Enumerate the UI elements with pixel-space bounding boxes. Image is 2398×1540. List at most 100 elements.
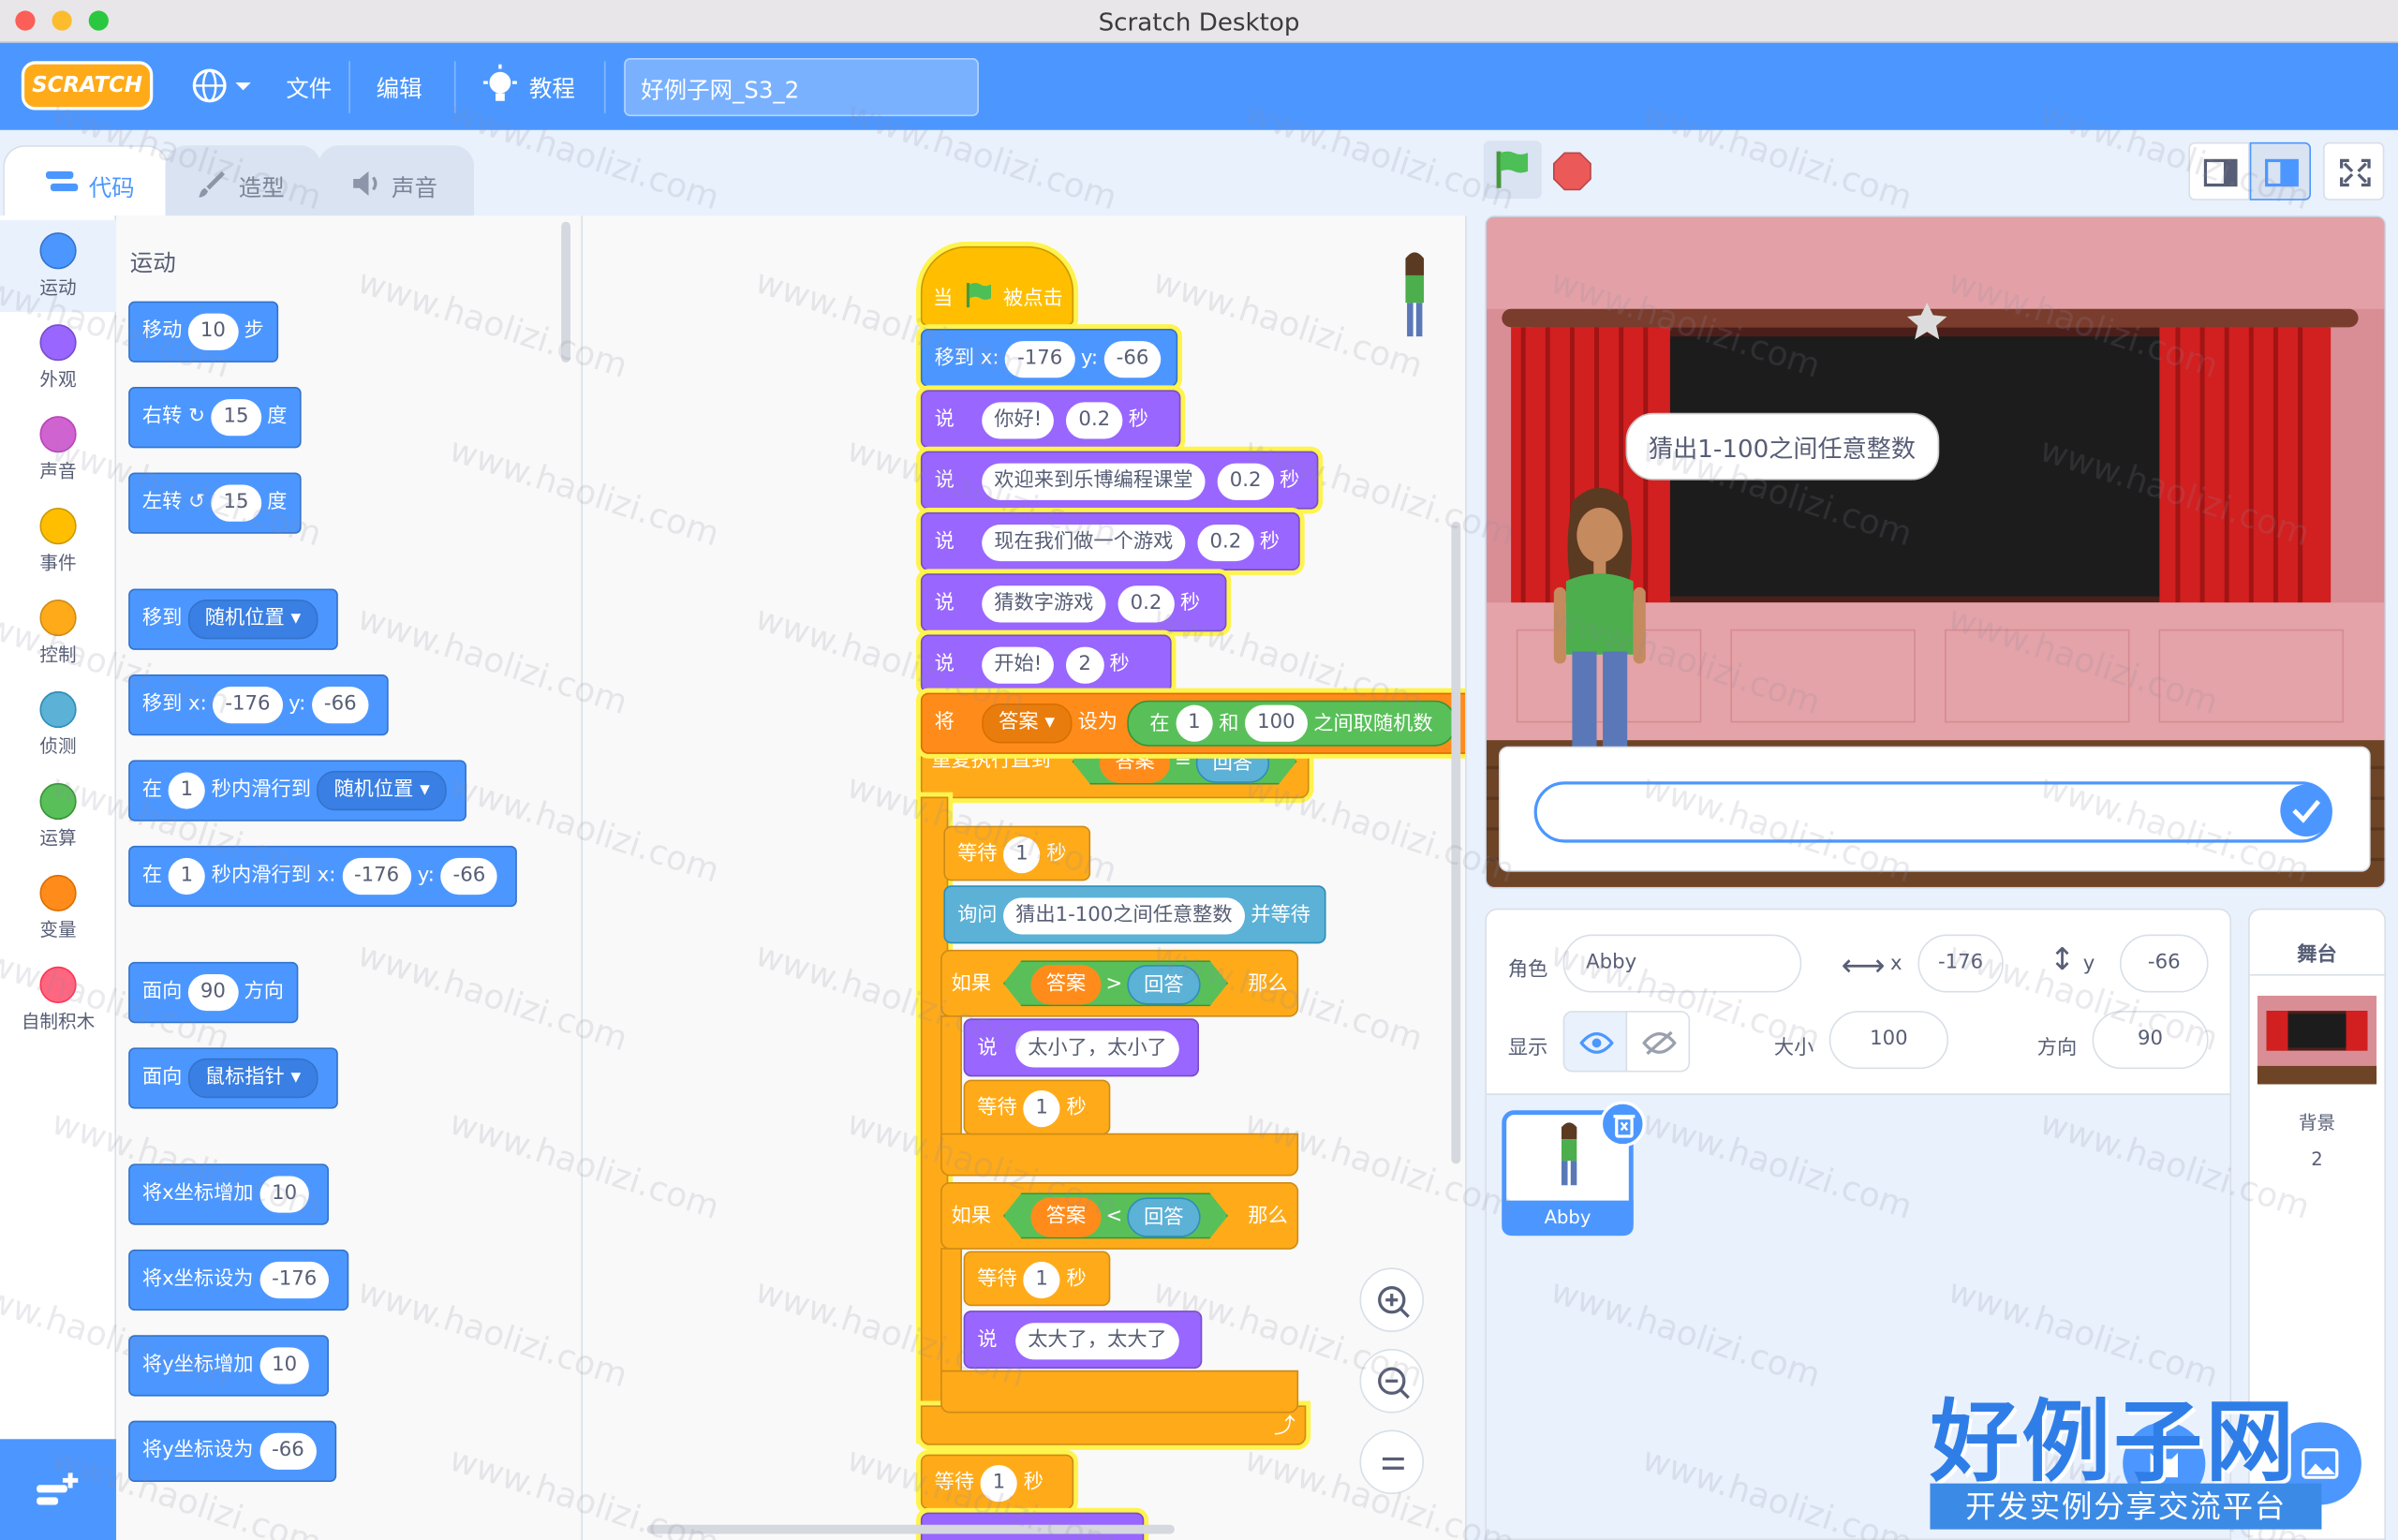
file-menu[interactable]: 文件 (286, 72, 332, 104)
block-glide-to-xy[interactable]: 在 1 秒内滑行到 x: -176 y: -66 (128, 845, 518, 908)
motion-dot-icon (39, 232, 77, 270)
variables-dot-icon (39, 874, 77, 912)
language-menu[interactable] (189, 65, 257, 108)
category-events[interactable]: 事件 (0, 496, 116, 587)
stage-header (1467, 130, 2398, 215)
large-stage-button[interactable] (2249, 141, 2312, 200)
zoom-in-icon (1378, 1286, 1410, 1318)
say-block-1[interactable]: 说你好! 0.2 秒 (920, 390, 1181, 449)
block-point-direction[interactable]: 面向 90 方向 (128, 961, 298, 1024)
category-variables[interactable]: 变量 (0, 863, 116, 955)
stop-button[interactable] (1552, 152, 1591, 200)
block-go-to-xy[interactable]: 移到 x: -176 y: -66 (128, 674, 389, 736)
globe-icon (192, 68, 251, 103)
backdrop-thumbnail (2257, 995, 2377, 1085)
stage-canvas[interactable]: 猜出1-100之间任意整数 (1485, 215, 2387, 889)
say-block-3[interactable]: 说现在我们做一个游戏 0.2 秒 (920, 511, 1300, 570)
direction-input[interactable]: 90 (2092, 1011, 2209, 1070)
workspace-vertical-scrollbar[interactable] (1451, 521, 1461, 1164)
if-greater-block[interactable]: 如果 答案 > 回答 那么 (940, 949, 1299, 1017)
zoom-out-button[interactable] (1359, 1348, 1425, 1414)
submit-answer-button[interactable] (2280, 784, 2332, 837)
ask-and-wait-block[interactable]: 询问 猜出1-100之间任意整数 并等待 (943, 885, 1326, 944)
category-sensing[interactable]: 侦测 (0, 679, 116, 771)
category-operators[interactable]: 运算 (0, 771, 116, 863)
window-title: Scratch Desktop (1098, 7, 1300, 37)
sprite-name-input[interactable]: Abby (1562, 934, 1802, 993)
y-position-input[interactable]: -66 (2119, 934, 2209, 993)
workspace-horizontal-scrollbar[interactable] (646, 1524, 1175, 1534)
tutorials-label: 教程 (528, 74, 575, 103)
category-my-blocks[interactable]: 自制积木 (0, 955, 116, 1046)
set-variable-block[interactable]: 将答案 ▾ 设为在 1 和 100 之间取随机数 (920, 692, 1466, 754)
edit-menu[interactable]: 编辑 (377, 72, 422, 104)
fullscreen-icon (2340, 158, 2371, 187)
zoom-out-icon (1378, 1367, 1410, 1399)
category-control[interactable]: 控制 (0, 587, 116, 679)
block-change-x[interactable]: 将x坐标增加 10 (128, 1163, 330, 1225)
say-block-5[interactable]: 说开始! 2 秒 (920, 634, 1172, 693)
tutorials-button[interactable]: 教程 (481, 64, 575, 117)
block-turn-left[interactable]: 左转 ↺ 15 度 (128, 472, 302, 534)
category-looks[interactable]: 外观 (0, 312, 116, 404)
wait-block-2[interactable]: 等待 1 秒 (963, 1079, 1111, 1135)
category-sound[interactable]: 声音 (0, 404, 116, 496)
show-sprite-button[interactable] (1562, 1011, 1628, 1073)
small-stage-button[interactable] (2188, 141, 2250, 200)
palette-heading: 运动 (129, 249, 176, 277)
scratch-logo[interactable]: SCRATCH (21, 61, 154, 111)
delete-sprite-button[interactable] (1599, 1101, 1646, 1148)
y-position-icon: ↕ (2049, 940, 2076, 978)
tab-code-label: 代码 (88, 174, 135, 202)
say-block-4[interactable]: 说猜数字游戏 0.2 秒 (920, 573, 1227, 632)
tab-sounds[interactable]: 声音 (318, 145, 475, 216)
hide-sprite-button[interactable] (1625, 1011, 1691, 1073)
steps-input[interactable]: 10 (187, 312, 238, 350)
category-menu: 运动 外观 声音 事件 控制 侦测 运算 变量 自制积木 (0, 215, 117, 1540)
say-block-2[interactable]: 说欢迎来到乐博编程课堂 0.2 秒 (920, 451, 1319, 510)
project-title-input[interactable]: 好例子网_S3_2 (624, 58, 979, 117)
block-change-y[interactable]: 将y坐标增加 10 (128, 1335, 330, 1397)
wait-block-1[interactable]: 等待 1 秒 (943, 825, 1091, 881)
x-position-icon: ⟷ (1841, 946, 1886, 984)
green-flag-icon (966, 283, 991, 308)
green-flag-button[interactable] (1483, 141, 1542, 200)
category-motion[interactable]: 运动 (0, 220, 117, 313)
sound-dot-icon (39, 416, 77, 453)
backdrop-count: 2 (2311, 1148, 2323, 1170)
block-point-towards[interactable]: 面向 鼠标指针 ▾ (128, 1047, 338, 1109)
zoom-in-button[interactable] (1359, 1267, 1425, 1332)
say-too-big-block[interactable]: 说太大了，太大了 (963, 1310, 1203, 1370)
block-move-steps[interactable]: 移动 10 步 (128, 301, 278, 363)
palette-scrollbar[interactable] (561, 221, 570, 363)
script-workspace[interactable]: 重复执行直到 答案 = 回答 ⤴ 如果 答案 > 回答 那么 如果 答案 < 回答 那么 当… (583, 215, 1467, 1540)
tab-code[interactable]: 代码 (3, 145, 169, 216)
block-set-x[interactable]: 将x坐标设为 -176 (128, 1249, 349, 1311)
say-too-small-block[interactable]: 说太小了，太小了 (963, 1018, 1200, 1077)
lightbulb-icon (482, 64, 517, 101)
zoom-reset-button[interactable] (1359, 1429, 1425, 1495)
x-label: x (1890, 953, 1902, 976)
y-label: y (2082, 953, 2095, 976)
large-stage-icon (2265, 158, 2299, 187)
tab-costumes-label: 造型 (238, 174, 285, 202)
block-go-to[interactable]: 移到 随机位置 ▾ (128, 588, 338, 650)
add-extension-button[interactable] (0, 1439, 117, 1540)
answer-input[interactable] (1533, 781, 2332, 843)
events-dot-icon (39, 508, 77, 545)
block-glide-to[interactable]: 在 1 秒内滑行到 随机位置 ▾ (128, 760, 466, 822)
when-flag-clicked-block[interactable]: 当 被点击 (920, 245, 1074, 326)
x-position-input[interactable]: -176 (1917, 934, 2004, 993)
loop-arrow-icon: ⤴ (1274, 1414, 1295, 1440)
block-turn-right[interactable]: 右转 ↻ 15 度 (128, 387, 302, 449)
rotate-left-icon: ↺ (188, 491, 205, 514)
fullscreen-button[interactable] (2323, 141, 2385, 200)
abby-sprite[interactable] (1545, 486, 1655, 762)
wait-block-3[interactable]: 等待 1 秒 (963, 1251, 1111, 1307)
if-less-block[interactable]: 如果 答案 < 回答 那么 (940, 1181, 1299, 1250)
size-input[interactable]: 100 (1828, 1011, 1949, 1070)
tab-costumes[interactable]: 造型 (165, 145, 321, 216)
block-set-y[interactable]: 将y坐标设为 -66 (128, 1420, 337, 1482)
wait-block-4[interactable]: 等待 1 秒 (920, 1454, 1074, 1510)
go-to-xy-block[interactable]: 移到 x: -176 y: -66 (920, 329, 1178, 388)
